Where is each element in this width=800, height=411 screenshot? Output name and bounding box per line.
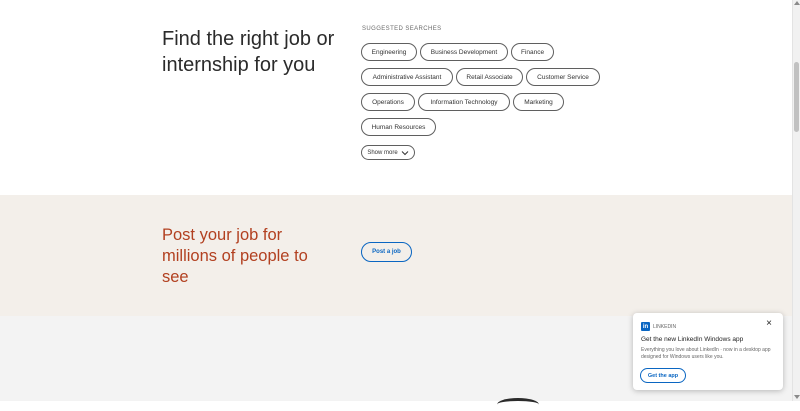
post-job-section: Post your job for millions of people to …: [0, 195, 792, 316]
suggested-searches-label: SUGGESTED SEARCHES: [362, 26, 442, 32]
pill-information-technology[interactable]: Information Technology: [418, 93, 510, 111]
windows-app-toast: in LINKEDIN × Get the new LinkedIn Windo…: [633, 313, 783, 390]
pill-customer-service[interactable]: Customer Service: [526, 68, 600, 86]
pill-marketing[interactable]: Marketing: [513, 93, 564, 111]
pill-administrative-assistant[interactable]: Administrative Assistant: [361, 68, 453, 86]
scroll-down-arrow-icon[interactable]: [794, 395, 800, 399]
page-scrollbar[interactable]: [792, 0, 800, 401]
show-more-button[interactable]: Show more: [361, 145, 415, 160]
scroll-up-arrow-icon[interactable]: [794, 1, 800, 5]
toast-brand: in LINKEDIN: [641, 322, 676, 331]
partial-illustration: [497, 398, 539, 411]
pill-finance[interactable]: Finance: [511, 43, 554, 61]
post-job-headline: Post your job for millions of people to …: [162, 226, 308, 286]
pill-retail-associate[interactable]: Retail Associate: [456, 68, 523, 86]
pill-engineering[interactable]: Engineering: [361, 43, 417, 61]
toast-title: Get the new LinkedIn Windows app: [641, 336, 744, 343]
linkedin-logo-icon: in: [641, 322, 650, 331]
pill-operations[interactable]: Operations: [361, 93, 415, 111]
pill-business-development[interactable]: Business Development: [420, 43, 508, 61]
close-icon[interactable]: ×: [764, 319, 774, 329]
chevron-down-icon: [401, 150, 409, 155]
post-a-job-button[interactable]: Post a job: [361, 242, 412, 262]
jobs-headline: Find the right job or internship for you: [162, 28, 335, 76]
get-the-app-button[interactable]: Get the app: [640, 368, 686, 383]
scroll-thumb[interactable]: [794, 62, 799, 132]
toast-description: Everything you love about LinkedIn · now…: [641, 347, 771, 360]
pill-human-resources[interactable]: Human Resources: [361, 118, 436, 136]
toast-brand-text: LINKEDIN: [653, 323, 677, 330]
show-more-label: Show more: [367, 149, 398, 156]
jobs-section: Find the right job or internship for you…: [0, 0, 792, 195]
